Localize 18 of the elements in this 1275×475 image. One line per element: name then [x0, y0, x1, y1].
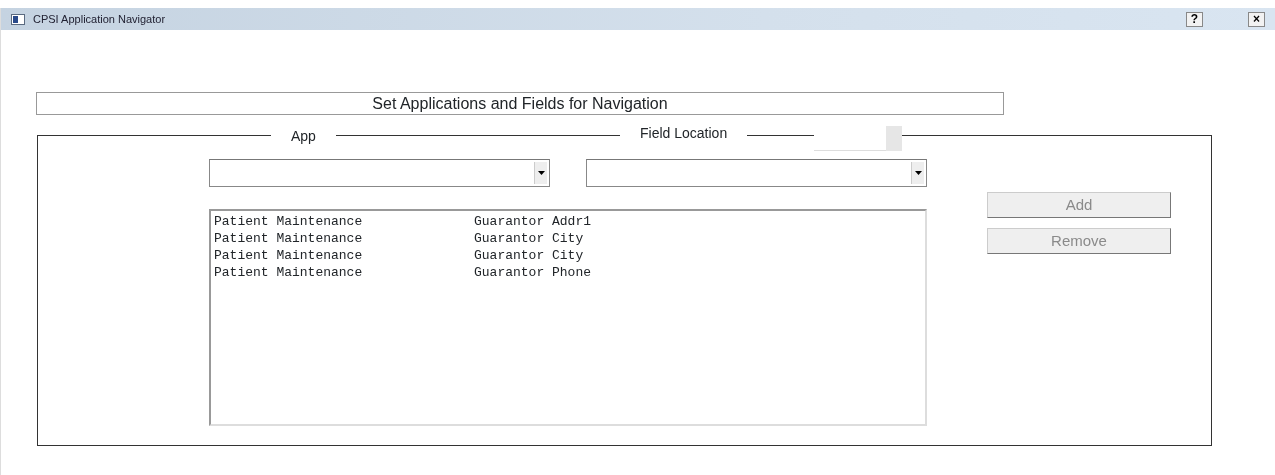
help-button[interactable]: ? — [1186, 11, 1203, 27]
list-item-app[interactable]: Patient Maintenance — [214, 213, 474, 230]
window-title: CPSI Application Navigator — [33, 11, 166, 27]
list-item-app[interactable]: Patient Maintenance — [214, 264, 474, 281]
list-item-field[interactable]: Guarantor Addr1 — [474, 213, 592, 230]
list-item-app[interactable]: Patient Maintenance — [214, 230, 474, 247]
list-item-field[interactable]: Guarantor City — [474, 247, 584, 264]
app-icon — [11, 13, 25, 25]
list-item-app[interactable]: Patient Maintenance — [214, 247, 474, 264]
list-item-field[interactable]: Guarantor City — [474, 230, 584, 247]
list-box[interactable]: Patient Maintenance Guarantor Addr1 Patient Maintenance Guarantor City Patient Maintenance Guarantor City Patient Maintenance Guarantor Phone — [209, 209, 927, 426]
field-dropdown[interactable] — [586, 159, 927, 187]
dropdown-arrow-icon — [914, 171, 922, 175]
heading: Set Applications and Fields for Navigation — [36, 92, 1004, 115]
app-dropdown[interactable] — [209, 159, 550, 187]
close-button[interactable]: × — [1248, 11, 1265, 27]
list-item-field[interactable]: Guarantor Phone — [474, 264, 592, 281]
dropdown-arrow-icon — [537, 171, 545, 175]
